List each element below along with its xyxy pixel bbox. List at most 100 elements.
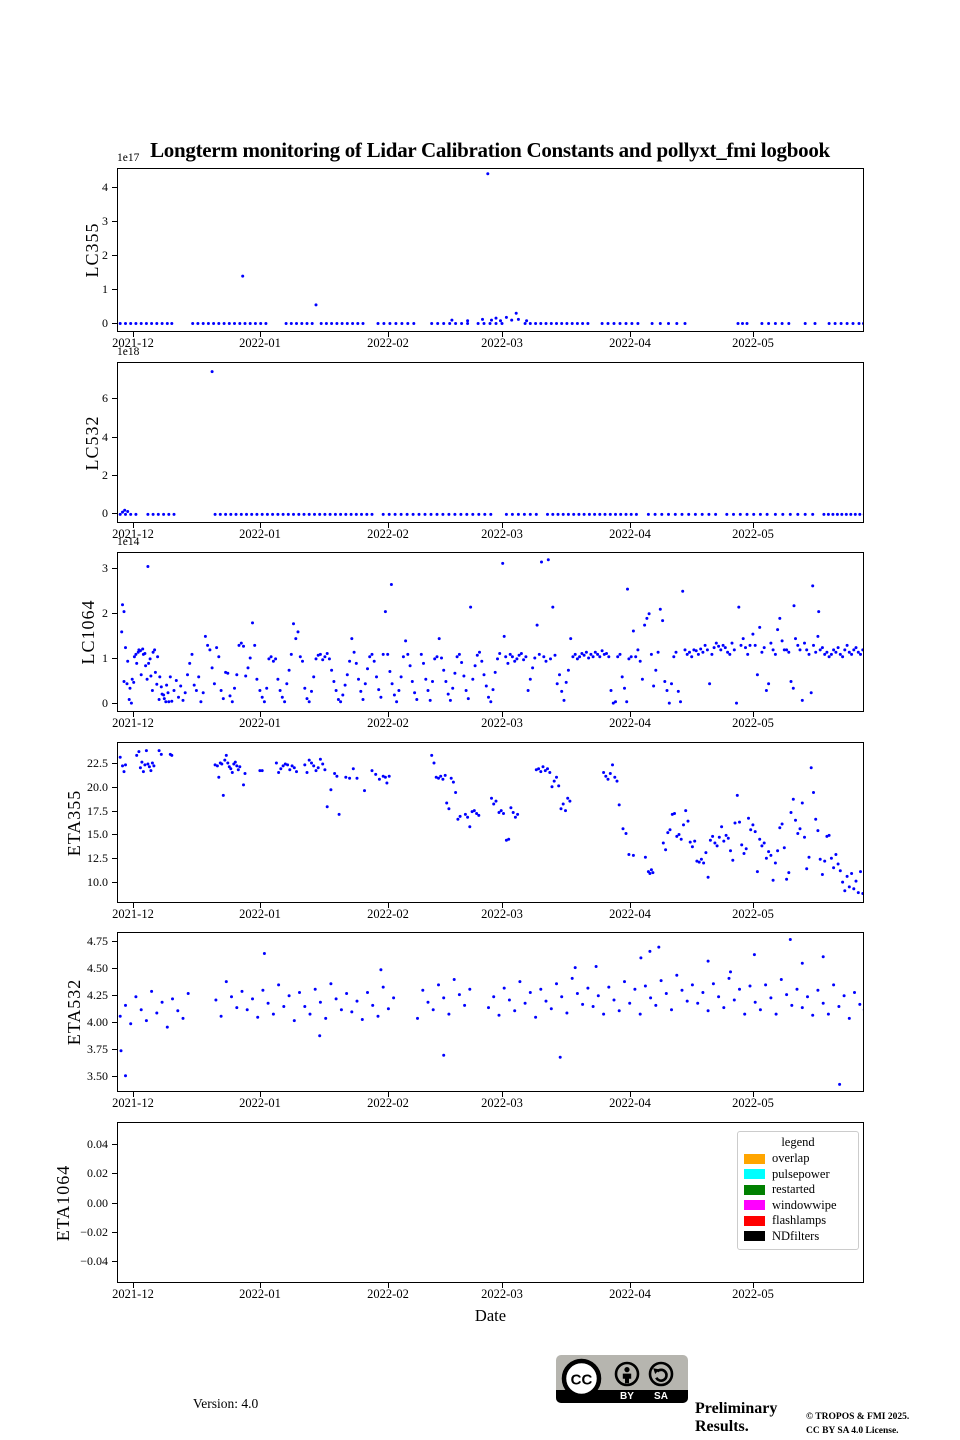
x-tick-label: 2022-03 xyxy=(462,1096,542,1110)
y-tick xyxy=(112,398,117,399)
x-tick-label: 2022-05 xyxy=(713,907,793,921)
windowwipe-swatch xyxy=(744,1200,765,1210)
sa-arrow-icon xyxy=(648,1361,674,1387)
x-tick-label: 2022-05 xyxy=(713,716,793,730)
scatter-points-eta355 xyxy=(118,743,863,902)
copyright-line2: CC BY SA 4.0 License. xyxy=(806,1424,909,1438)
x-tick-label: 2022-04 xyxy=(590,716,670,730)
scatter-points-lc532 xyxy=(118,363,863,522)
legend-label: pulsepower xyxy=(772,1167,830,1182)
y-tick xyxy=(112,703,117,704)
cc-icon: CC xyxy=(561,1358,602,1399)
y-tick xyxy=(112,858,117,859)
copyright-note: © TROPOS & FMI 2025. CC BY SA 4.0 Licens… xyxy=(806,1410,909,1438)
y-tick xyxy=(112,187,117,188)
y-tick xyxy=(112,658,117,659)
subplot-lc1064 xyxy=(117,552,864,712)
x-tick-label: 2022-04 xyxy=(590,527,670,541)
preliminary-results-note: Preliminary Results. xyxy=(695,1400,777,1435)
figure-title: Longterm monitoring of Lidar Calibration… xyxy=(100,138,880,163)
restarted-swatch xyxy=(744,1185,765,1195)
preliminary-line1: Preliminary xyxy=(695,1400,777,1418)
x-tick-label: 2021-12 xyxy=(93,1287,173,1301)
x-tick-label: 2022-01 xyxy=(220,527,300,541)
y-tick xyxy=(112,1261,117,1262)
svg-text:CC: CC xyxy=(571,1372,593,1389)
legend-entry-restarted: restarted xyxy=(744,1182,852,1198)
y-axis-label-lc532: LC532 xyxy=(80,363,104,523)
y-tick xyxy=(112,1144,117,1145)
x-tick-label: 2022-03 xyxy=(462,336,542,350)
y-axis-offset-label: 1e18 xyxy=(117,346,139,358)
y-axis-label-eta355: ETA355 xyxy=(62,743,86,903)
x-tick-label: 2022-04 xyxy=(590,1096,670,1110)
y-tick xyxy=(112,255,117,256)
legend-entry-flashlamps: flashlamps xyxy=(744,1213,852,1229)
scatter-points-eta532 xyxy=(118,933,863,1091)
y-axis-label-lc1064: LC1064 xyxy=(76,552,100,712)
x-tick-label: 2022-02 xyxy=(348,336,428,350)
legend-title: legend xyxy=(744,1135,852,1150)
legend-label: windowwipe xyxy=(772,1198,837,1213)
x-axis-title: Date xyxy=(117,1306,864,1326)
y-tick xyxy=(112,763,117,764)
subplot-eta1064: legendoverlappulsepowerrestartedwindowwi… xyxy=(117,1122,864,1283)
x-tick-label: 2022-05 xyxy=(713,336,793,350)
y-tick xyxy=(112,941,117,942)
y-axis-label-eta532: ETA532 xyxy=(62,932,86,1092)
y-axis-label-eta1064: ETA1064 xyxy=(51,1123,75,1283)
figure: Longterm monitoring of Lidar Calibration… xyxy=(0,0,960,1440)
y-tick xyxy=(112,613,117,614)
legend-label: overlap xyxy=(772,1151,809,1166)
x-tick-label: 2022-03 xyxy=(462,716,542,730)
y-tick xyxy=(112,289,117,290)
legend-label: restarted xyxy=(772,1182,815,1197)
x-tick-label: 2022-02 xyxy=(348,1096,428,1110)
y-tick xyxy=(112,787,117,788)
x-tick-label: 2022-02 xyxy=(348,1287,428,1301)
y-tick xyxy=(112,1203,117,1204)
x-tick-label: 2022-02 xyxy=(348,527,428,541)
y-tick xyxy=(112,1232,117,1233)
y-tick xyxy=(112,1049,117,1050)
y-tick xyxy=(112,1022,117,1023)
x-tick-label: 2021-12 xyxy=(93,1096,173,1110)
y-tick xyxy=(112,475,117,476)
by-person-icon xyxy=(614,1361,640,1387)
legend-entry-overlap: overlap xyxy=(744,1151,852,1167)
sa-label: SA xyxy=(648,1390,674,1403)
pulsepower-swatch xyxy=(744,1169,765,1179)
legend-box: legendoverlappulsepowerrestartedwindowwi… xyxy=(737,1131,859,1250)
NDfilters-swatch xyxy=(744,1231,765,1241)
y-tick xyxy=(112,1076,117,1077)
y-tick xyxy=(112,221,117,222)
subplot-lc532 xyxy=(117,362,864,523)
legend-entry-NDfilters: NDfilters xyxy=(744,1229,852,1245)
x-tick-label: 2022-04 xyxy=(590,907,670,921)
preliminary-line2: Results. xyxy=(695,1418,777,1436)
legend-label: NDfilters xyxy=(772,1229,819,1244)
overlap-swatch xyxy=(744,1154,765,1164)
y-tick xyxy=(112,995,117,996)
cc-license-badge: CC BY SA xyxy=(556,1355,688,1403)
x-tick-label: 2022-03 xyxy=(462,907,542,921)
scatter-points-lc1064 xyxy=(118,553,863,711)
y-axis-offset-label: 1e17 xyxy=(117,152,139,164)
x-tick-label: 2021-12 xyxy=(93,716,173,730)
x-tick-label: 2022-02 xyxy=(348,716,428,730)
x-tick-label: 2022-03 xyxy=(462,527,542,541)
y-tick xyxy=(112,323,117,324)
x-tick-label: 2022-01 xyxy=(220,907,300,921)
x-tick-label: 2022-05 xyxy=(713,527,793,541)
y-tick xyxy=(112,513,117,514)
x-tick-label: 2022-01 xyxy=(220,716,300,730)
scatter-points-lc355 xyxy=(118,169,863,331)
x-tick-label: 2022-04 xyxy=(590,336,670,350)
y-axis-offset-label: 1e14 xyxy=(117,536,139,548)
version-text: Version: 4.0 xyxy=(193,1396,258,1412)
subplot-lc355 xyxy=(117,168,864,332)
y-tick xyxy=(112,437,117,438)
x-tick-label: 2022-01 xyxy=(220,1096,300,1110)
y-tick xyxy=(112,811,117,812)
y-tick xyxy=(112,568,117,569)
